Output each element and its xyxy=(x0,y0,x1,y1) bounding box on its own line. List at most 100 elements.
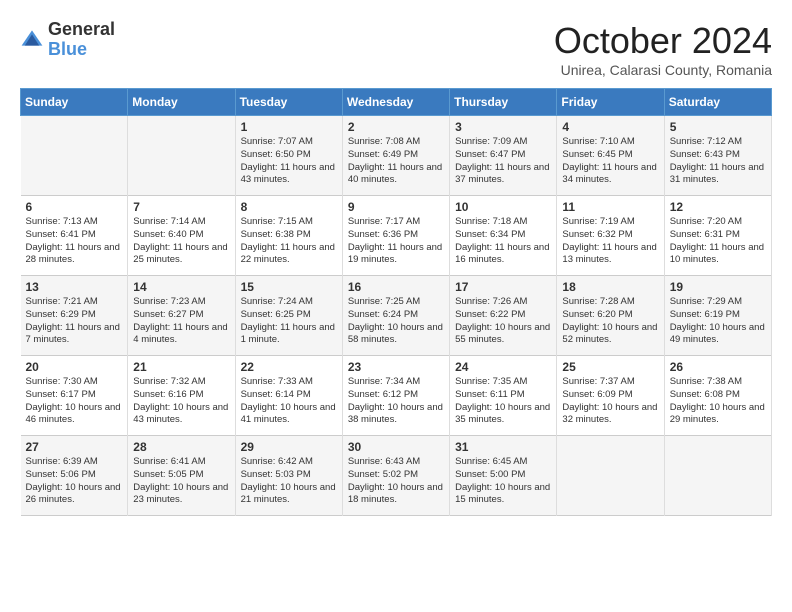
day-number: 20 xyxy=(26,360,123,374)
title-block: October 2024 Unirea, Calarasi County, Ro… xyxy=(554,20,772,78)
cell-week5-day3: 30 Sunrise: 6:43 AM Sunset: 5:02 PM Dayli… xyxy=(342,436,449,516)
cell-week1-day2: 1 Sunrise: 7:07 AM Sunset: 6:50 PM Daylig… xyxy=(235,116,342,196)
header-wednesday: Wednesday xyxy=(342,89,449,116)
day-number: 16 xyxy=(348,280,444,294)
logo[interactable]: General Blue xyxy=(20,20,115,60)
day-number: 11 xyxy=(562,200,658,214)
cell-info: Sunrise: 7:17 AM Sunset: 6:36 PM Dayligh… xyxy=(348,216,444,267)
cell-week5-day2: 29 Sunrise: 6:42 AM Sunset: 5:03 PM Dayli… xyxy=(235,436,342,516)
cell-week4-day5: 25 Sunrise: 7:37 AM Sunset: 6:09 PM Dayli… xyxy=(557,356,664,436)
calendar-header: SundayMondayTuesdayWednesdayThursdayFrid… xyxy=(21,89,772,116)
cell-info: Sunrise: 7:23 AM Sunset: 6:27 PM Dayligh… xyxy=(133,296,229,347)
header-sunday: Sunday xyxy=(21,89,128,116)
day-number: 26 xyxy=(670,360,766,374)
cell-week4-day6: 26 Sunrise: 7:38 AM Sunset: 6:08 PM Dayli… xyxy=(664,356,771,436)
cell-week1-day4: 3 Sunrise: 7:09 AM Sunset: 6:47 PM Daylig… xyxy=(450,116,557,196)
month-title: October 2024 xyxy=(554,20,772,62)
cell-info: Sunrise: 7:29 AM Sunset: 6:19 PM Dayligh… xyxy=(670,296,766,347)
cell-week3-day5: 18 Sunrise: 7:28 AM Sunset: 6:20 PM Dayli… xyxy=(557,276,664,356)
cell-week5-day1: 28Sunrise: 6:41 AM Sunset: 5:05 PM Dayli… xyxy=(128,436,235,516)
page-header: General Blue October 2024 Unirea, Calara… xyxy=(20,20,772,78)
cell-info: Sunrise: 7:19 AM Sunset: 6:32 PM Dayligh… xyxy=(562,216,658,267)
day-number: 13 xyxy=(26,280,123,294)
day-number: 30 xyxy=(348,440,444,454)
day-number: 14 xyxy=(133,280,229,294)
header-tuesday: Tuesday xyxy=(235,89,342,116)
cell-info: Sunrise: 7:30 AM Sunset: 6:17 PM Dayligh… xyxy=(26,376,123,427)
cell-info: Sunrise: 7:13 AM Sunset: 6:41 PM Dayligh… xyxy=(26,216,123,267)
week-row-4: 20 Sunrise: 7:30 AM Sunset: 6:17 PM Dayli… xyxy=(21,356,772,436)
cell-week1-day0 xyxy=(21,116,128,196)
cell-info: Sunrise: 7:33 AM Sunset: 6:14 PM Dayligh… xyxy=(241,376,337,427)
cell-week1-day5: 4Sunrise: 7:10 AM Sunset: 6:45 PM Daylig… xyxy=(557,116,664,196)
week-row-3: 13 Sunrise: 7:21 AM Sunset: 6:29 PM Dayli… xyxy=(21,276,772,356)
cell-week5-day0: 27Sunrise: 6:39 AM Sunset: 5:06 PM Dayli… xyxy=(21,436,128,516)
day-number: 29 xyxy=(241,440,337,454)
day-number: 19 xyxy=(670,280,766,294)
header-friday: Friday xyxy=(557,89,664,116)
cell-week5-day5 xyxy=(557,436,664,516)
header-thursday: Thursday xyxy=(450,89,557,116)
cell-week3-day4: 17Sunrise: 7:26 AM Sunset: 6:22 PM Dayli… xyxy=(450,276,557,356)
day-number: 15 xyxy=(241,280,337,294)
cell-week3-day3: 16 Sunrise: 7:25 AM Sunset: 6:24 PM Dayli… xyxy=(342,276,449,356)
cell-info: Sunrise: 7:14 AM Sunset: 6:40 PM Dayligh… xyxy=(133,216,229,267)
cell-week2-day0: 6 Sunrise: 7:13 AM Sunset: 6:41 PM Daylig… xyxy=(21,196,128,276)
cell-week2-day2: 8Sunrise: 7:15 AM Sunset: 6:38 PM Daylig… xyxy=(235,196,342,276)
cell-info: Sunrise: 7:12 AM Sunset: 6:43 PM Dayligh… xyxy=(670,136,766,187)
logo-blue: Blue xyxy=(48,40,115,60)
cell-week3-day6: 19 Sunrise: 7:29 AM Sunset: 6:19 PM Dayli… xyxy=(664,276,771,356)
day-number: 25 xyxy=(562,360,658,374)
cell-info: Sunrise: 6:43 AM Sunset: 5:02 PM Dayligh… xyxy=(348,456,444,507)
day-number: 28 xyxy=(133,440,229,454)
cell-info: Sunrise: 7:28 AM Sunset: 6:20 PM Dayligh… xyxy=(562,296,658,347)
cell-info: Sunrise: 7:08 AM Sunset: 6:49 PM Dayligh… xyxy=(348,136,444,187)
cell-info: Sunrise: 6:42 AM Sunset: 5:03 PM Dayligh… xyxy=(241,456,337,507)
cell-info: Sunrise: 7:09 AM Sunset: 6:47 PM Dayligh… xyxy=(455,136,551,187)
day-number: 3 xyxy=(455,120,551,134)
day-number: 6 xyxy=(26,200,123,214)
day-number: 18 xyxy=(562,280,658,294)
cell-week5-day6 xyxy=(664,436,771,516)
cell-info: Sunrise: 7:25 AM Sunset: 6:24 PM Dayligh… xyxy=(348,296,444,347)
day-number: 23 xyxy=(348,360,444,374)
cell-info: Sunrise: 7:34 AM Sunset: 6:12 PM Dayligh… xyxy=(348,376,444,427)
cell-week2-day4: 10Sunrise: 7:18 AM Sunset: 6:34 PM Dayli… xyxy=(450,196,557,276)
cell-info: Sunrise: 7:10 AM Sunset: 6:45 PM Dayligh… xyxy=(562,136,658,187)
day-number: 5 xyxy=(670,120,766,134)
cell-info: Sunrise: 7:20 AM Sunset: 6:31 PM Dayligh… xyxy=(670,216,766,267)
cell-info: Sunrise: 7:18 AM Sunset: 6:34 PM Dayligh… xyxy=(455,216,551,267)
logo-general: General xyxy=(48,20,115,40)
cell-week2-day5: 11 Sunrise: 7:19 AM Sunset: 6:32 PM Dayli… xyxy=(557,196,664,276)
day-number: 9 xyxy=(348,200,444,214)
cell-week2-day1: 7 Sunrise: 7:14 AM Sunset: 6:40 PM Daylig… xyxy=(128,196,235,276)
cell-info: Sunrise: 7:07 AM Sunset: 6:50 PM Dayligh… xyxy=(241,136,337,187)
header-monday: Monday xyxy=(128,89,235,116)
cell-week3-day1: 14 Sunrise: 7:23 AM Sunset: 6:27 PM Dayli… xyxy=(128,276,235,356)
cell-week5-day4: 31Sunrise: 6:45 AM Sunset: 5:00 PM Dayli… xyxy=(450,436,557,516)
cell-week4-day0: 20 Sunrise: 7:30 AM Sunset: 6:17 PM Dayli… xyxy=(21,356,128,436)
cell-week4-day4: 24Sunrise: 7:35 AM Sunset: 6:11 PM Dayli… xyxy=(450,356,557,436)
cell-info: Sunrise: 7:38 AM Sunset: 6:08 PM Dayligh… xyxy=(670,376,766,427)
calendar-table: SundayMondayTuesdayWednesdayThursdayFrid… xyxy=(20,88,772,516)
cell-info: Sunrise: 7:32 AM Sunset: 6:16 PM Dayligh… xyxy=(133,376,229,427)
cell-week4-day3: 23 Sunrise: 7:34 AM Sunset: 6:12 PM Dayli… xyxy=(342,356,449,436)
logo-text: General Blue xyxy=(48,20,115,60)
week-row-2: 6 Sunrise: 7:13 AM Sunset: 6:41 PM Daylig… xyxy=(21,196,772,276)
location: Unirea, Calarasi County, Romania xyxy=(554,62,772,78)
cell-week1-day3: 2 Sunrise: 7:08 AM Sunset: 6:49 PM Daylig… xyxy=(342,116,449,196)
cell-week3-day2: 15Sunrise: 7:24 AM Sunset: 6:25 PM Dayli… xyxy=(235,276,342,356)
day-number: 2 xyxy=(348,120,444,134)
cell-info: Sunrise: 7:15 AM Sunset: 6:38 PM Dayligh… xyxy=(241,216,337,267)
day-number: 1 xyxy=(241,120,337,134)
cell-info: Sunrise: 7:37 AM Sunset: 6:09 PM Dayligh… xyxy=(562,376,658,427)
cell-week2-day6: 12 Sunrise: 7:20 AM Sunset: 6:31 PM Dayli… xyxy=(664,196,771,276)
day-number: 12 xyxy=(670,200,766,214)
week-row-1: 1 Sunrise: 7:07 AM Sunset: 6:50 PM Daylig… xyxy=(21,116,772,196)
cell-week4-day2: 22Sunrise: 7:33 AM Sunset: 6:14 PM Dayli… xyxy=(235,356,342,436)
cell-info: Sunrise: 7:21 AM Sunset: 6:29 PM Dayligh… xyxy=(26,296,123,347)
day-number: 21 xyxy=(133,360,229,374)
header-row: SundayMondayTuesdayWednesdayThursdayFrid… xyxy=(21,89,772,116)
cell-info: Sunrise: 6:45 AM Sunset: 5:00 PM Dayligh… xyxy=(455,456,551,507)
day-number: 7 xyxy=(133,200,229,214)
